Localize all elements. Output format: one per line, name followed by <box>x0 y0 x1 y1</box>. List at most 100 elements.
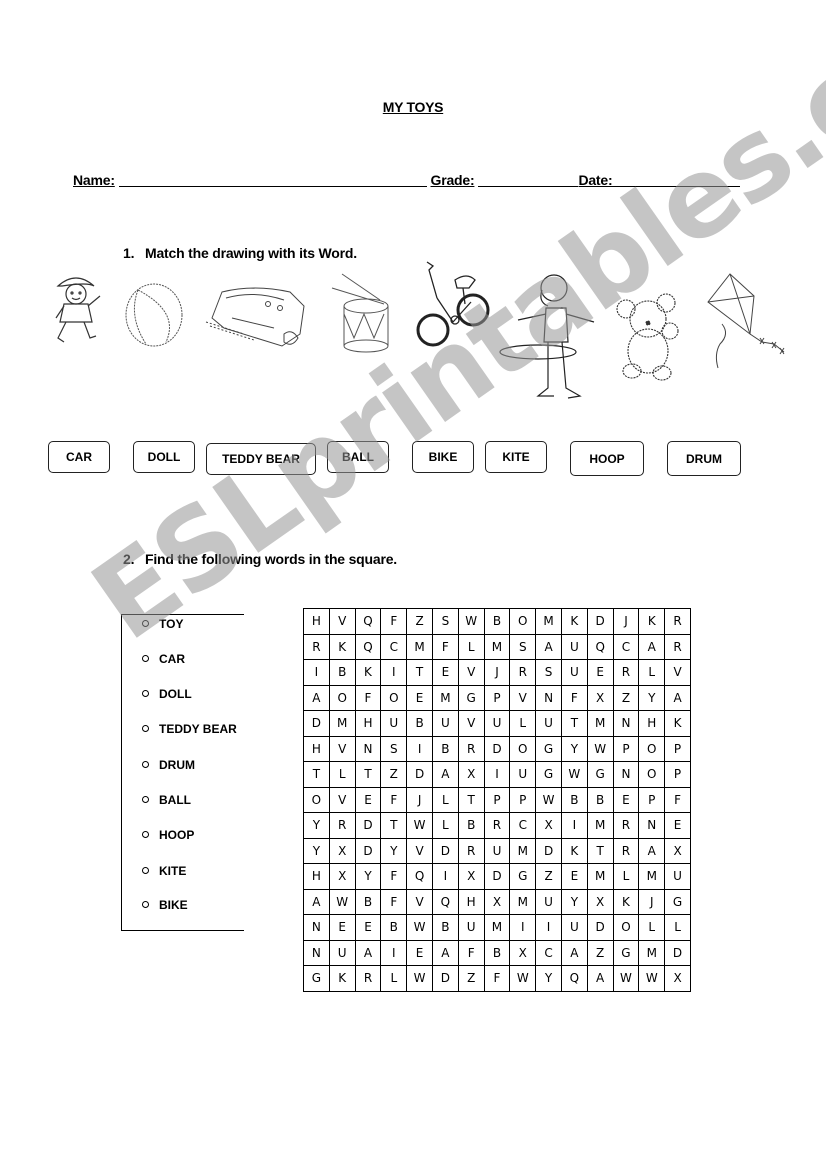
grid-cell[interactable]: M <box>483 633 511 660</box>
grid-cell[interactable]: G <box>509 863 537 890</box>
grid-cell[interactable]: U <box>535 710 562 737</box>
grid-cell[interactable]: H <box>457 888 485 915</box>
grade-field[interactable] <box>478 172 579 187</box>
grid-cell[interactable]: U <box>560 633 588 660</box>
grid-cell[interactable]: L <box>328 761 356 788</box>
grid-cell[interactable]: X <box>328 863 356 890</box>
grid-cell[interactable]: A <box>586 965 614 992</box>
grid-cell[interactable]: I <box>560 812 588 839</box>
grid-cell[interactable]: L <box>509 710 537 737</box>
word-box-drum[interactable]: DRUM <box>667 441 741 476</box>
grid-cell[interactable]: W <box>586 735 614 762</box>
grid-cell[interactable]: J <box>406 786 433 813</box>
grid-cell[interactable]: F <box>380 888 408 915</box>
grid-cell[interactable]: E <box>354 786 382 813</box>
grid-cell[interactable]: I <box>380 939 408 966</box>
grid-cell[interactable]: B <box>354 888 382 915</box>
grid-cell[interactable]: D <box>586 608 614 635</box>
grid-cell[interactable]: B <box>457 812 485 839</box>
grid-cell[interactable]: A <box>431 939 459 966</box>
grid-cell[interactable]: R <box>303 633 330 660</box>
grid-cell[interactable]: I <box>535 914 562 941</box>
grid-cell[interactable]: E <box>612 786 640 813</box>
grid-cell[interactable]: P <box>664 761 691 788</box>
grid-cell[interactable]: A <box>535 633 562 660</box>
grid-cell[interactable]: B <box>328 659 356 686</box>
grid-cell[interactable]: H <box>303 735 330 762</box>
grid-cell[interactable]: G <box>535 761 562 788</box>
grid-cell[interactable]: R <box>664 633 691 660</box>
grid-cell[interactable]: V <box>406 837 433 864</box>
grid-cell[interactable]: E <box>328 914 356 941</box>
grid-cell[interactable]: F <box>457 939 485 966</box>
grid-cell[interactable]: D <box>535 837 562 864</box>
grid-cell[interactable]: N <box>303 939 330 966</box>
grid-cell[interactable]: B <box>380 914 408 941</box>
grid-cell[interactable]: T <box>354 761 382 788</box>
grid-cell[interactable]: X <box>483 888 511 915</box>
grid-cell[interactable]: A <box>638 633 666 660</box>
grid-cell[interactable]: G <box>535 735 562 762</box>
grid-cell[interactable]: U <box>431 710 459 737</box>
grid-cell[interactable]: W <box>406 965 433 992</box>
grid-cell[interactable]: O <box>612 914 640 941</box>
grid-cell[interactable]: R <box>354 965 382 992</box>
grid-cell[interactable]: U <box>664 863 691 890</box>
grid-cell[interactable]: S <box>535 659 562 686</box>
grid-cell[interactable]: A <box>431 761 459 788</box>
grid-cell[interactable]: P <box>664 735 691 762</box>
grid-cell[interactable]: D <box>431 837 459 864</box>
grid-cell[interactable]: B <box>431 735 459 762</box>
grid-cell[interactable]: P <box>483 684 511 711</box>
grid-cell[interactable]: Z <box>457 965 485 992</box>
grid-cell[interactable]: N <box>303 914 330 941</box>
grid-cell[interactable]: F <box>380 608 408 635</box>
grid-cell[interactable]: R <box>612 659 640 686</box>
grid-cell[interactable]: M <box>406 633 433 660</box>
grid-cell[interactable]: U <box>483 837 511 864</box>
grid-cell[interactable]: R <box>328 812 356 839</box>
grid-cell[interactable]: L <box>457 633 485 660</box>
grid-cell[interactable]: Y <box>560 888 588 915</box>
grid-cell[interactable]: R <box>664 608 691 635</box>
grid-cell[interactable]: L <box>638 914 666 941</box>
grid-cell[interactable]: F <box>431 633 459 660</box>
grid-cell[interactable]: Q <box>406 863 433 890</box>
grid-cell[interactable]: Y <box>303 837 330 864</box>
grid-cell[interactable]: T <box>406 659 433 686</box>
grid-cell[interactable]: F <box>664 786 691 813</box>
grid-cell[interactable]: B <box>431 914 459 941</box>
grid-cell[interactable]: P <box>483 786 511 813</box>
grid-cell[interactable]: U <box>560 659 588 686</box>
grid-cell[interactable]: J <box>612 608 640 635</box>
grid-cell[interactable]: Y <box>354 863 382 890</box>
grid-cell[interactable]: G <box>586 761 614 788</box>
date-field[interactable] <box>612 172 741 187</box>
grid-cell[interactable]: B <box>483 939 511 966</box>
grid-cell[interactable]: K <box>560 608 588 635</box>
grid-cell[interactable]: X <box>457 761 485 788</box>
grid-cell[interactable]: W <box>328 888 356 915</box>
grid-cell[interactable]: T <box>303 761 330 788</box>
grid-cell[interactable]: O <box>380 684 408 711</box>
grid-cell[interactable]: Y <box>560 735 588 762</box>
grid-cell[interactable]: E <box>406 684 433 711</box>
grid-cell[interactable]: T <box>380 812 408 839</box>
grid-cell[interactable]: M <box>535 608 562 635</box>
grid-cell[interactable]: M <box>483 914 511 941</box>
grid-cell[interactable]: D <box>483 863 511 890</box>
grid-cell[interactable]: U <box>380 710 408 737</box>
grid-cell[interactable]: B <box>406 710 433 737</box>
grid-cell[interactable]: D <box>406 761 433 788</box>
grid-cell[interactable]: W <box>638 965 666 992</box>
grid-cell[interactable]: J <box>483 659 511 686</box>
grid-cell[interactable]: W <box>612 965 640 992</box>
grid-cell[interactable]: H <box>303 863 330 890</box>
name-field[interactable] <box>118 172 427 187</box>
word-box-doll[interactable]: DOLL <box>133 441 195 473</box>
grid-cell[interactable]: L <box>612 863 640 890</box>
grid-cell[interactable]: G <box>303 965 330 992</box>
grid-cell[interactable]: W <box>457 608 485 635</box>
grid-cell[interactable]: Y <box>535 965 562 992</box>
grid-cell[interactable]: Y <box>638 684 666 711</box>
